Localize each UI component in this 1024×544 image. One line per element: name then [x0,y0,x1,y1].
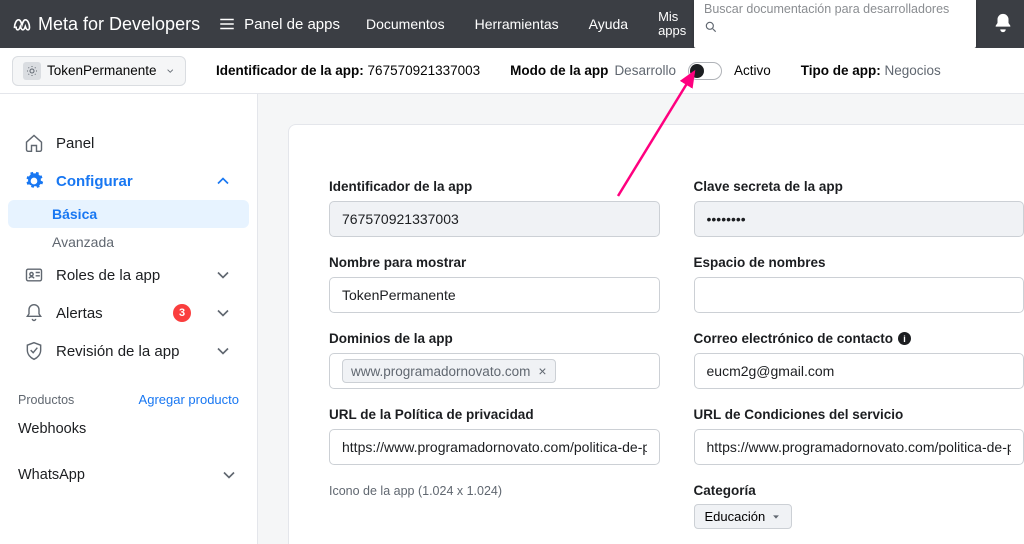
hamburger-icon [218,15,236,33]
info-icon[interactable]: i [898,332,911,345]
app-type: Tipo de app: Negocios [801,63,941,78]
nav-myapps[interactable]: Mis apps [658,10,686,39]
alerts-badge: 3 [173,304,191,322]
nav-docs[interactable]: Documentos [366,16,445,32]
category-select[interactable]: Educación [694,504,793,529]
products-heading: Productos [18,393,74,407]
search-icon [704,20,718,34]
app-id-label: Identificador de la app [329,179,660,194]
sidebar-product-webhooks[interactable]: Webhooks [0,407,257,451]
sidebar-item-alerts[interactable]: Alertas 3 [8,294,249,332]
panel-menu[interactable]: Panel de apps [218,15,340,33]
sidebar-product-whatsapp[interactable]: WhatsApp [0,451,257,499]
remove-domain-icon[interactable]: × [538,363,546,379]
namespace-label: Espacio de nombres [694,255,1024,270]
contact-email-field[interactable] [694,353,1024,389]
sidebar-sub-advanced[interactable]: Avanzada [8,228,249,256]
tos-url-field[interactable] [694,429,1024,465]
id-card-icon [24,265,44,285]
chevron-down-icon [219,465,239,485]
sidebar-sub-basic[interactable]: Básica [8,200,249,228]
app-icon-label: Icono de la app (1.024 x 1.024) [329,483,660,499]
app-secret-field[interactable] [694,201,1024,237]
category-label: Categoría [694,483,1024,498]
app-secret-label: Clave secreta de la app [694,179,1024,194]
app-id-summary: Identificador de la app: 767570921337003 [216,63,480,78]
bell-icon [992,12,1014,34]
domain-chip[interactable]: www.programadornovato.com × [342,359,556,383]
gear-icon [24,171,44,191]
chevron-down-icon [165,65,175,77]
caret-down-icon [771,512,781,522]
panel-label: Panel de apps [244,16,340,33]
namespace-field[interactable] [694,277,1024,313]
notifications-button[interactable] [992,12,1014,39]
app-id-field[interactable] [329,201,660,237]
chevron-down-icon [213,303,233,323]
home-icon [24,133,44,153]
domains-label: Dominios de la app [329,331,660,346]
add-product-link[interactable]: Agregar producto [139,392,239,407]
nav-tools[interactable]: Herramientas [475,16,559,32]
app-name: TokenPermanente [47,63,157,78]
privacy-url-label: URL de la Política de privacidad [329,407,660,422]
bell-icon [24,303,44,323]
search-placeholder: Buscar documentación para desarrolladore… [704,2,966,16]
app-mode-toggle[interactable] [688,62,722,80]
app-selector[interactable]: TokenPermanente [12,56,186,86]
sidebar-item-review[interactable]: Revisión de la app [8,332,249,370]
tos-url-label: URL de Condiciones del servicio [694,407,1024,422]
chevron-down-icon [213,265,233,285]
sidebar-item-roles[interactable]: Roles de la app [8,256,249,294]
domains-field[interactable]: www.programadornovato.com × [329,353,660,389]
shield-check-icon [24,341,44,361]
nav-help[interactable]: Ayuda [589,16,628,32]
brand[interactable]: Meta for Developers [12,14,200,35]
meta-logo-icon [12,14,32,34]
display-name-field[interactable] [329,277,660,313]
contact-email-label: Correo electrónico de contacto i [694,331,1024,346]
app-icon [23,62,41,80]
sidebar-item-panel[interactable]: Panel [8,124,249,162]
brand-text: Meta for Developers [38,14,200,35]
chevron-down-icon [213,341,233,361]
app-mode: Modo de la app Desarrollo Activo [510,62,771,80]
search-box[interactable]: Buscar documentación para desarrolladore… [694,0,976,48]
privacy-url-field[interactable] [329,429,660,465]
sidebar-item-configure[interactable]: Configurar [8,162,249,200]
display-name-label: Nombre para mostrar [329,255,660,270]
chevron-up-icon [213,171,233,191]
